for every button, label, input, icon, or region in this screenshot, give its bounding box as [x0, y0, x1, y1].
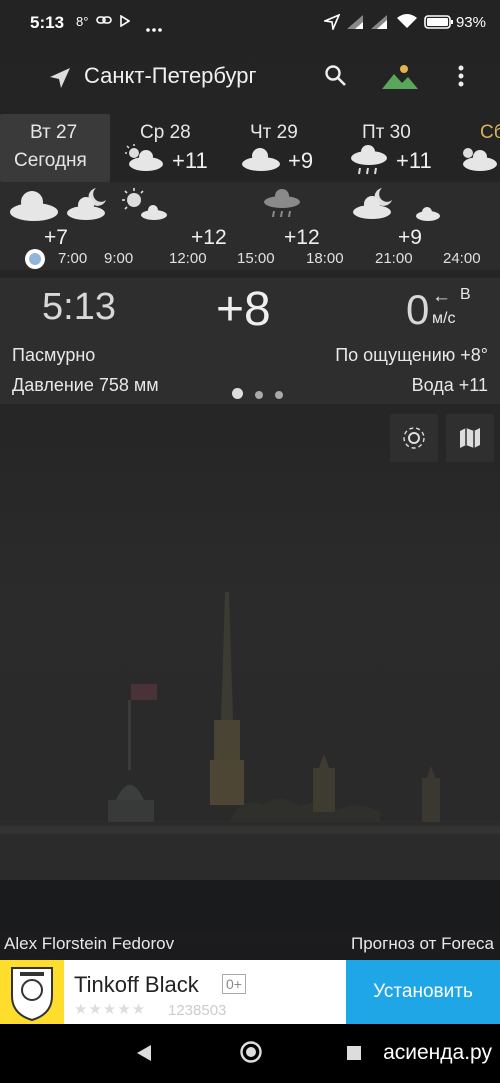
day-tab-thu[interactable]: Чт 29 +9 — [226, 114, 336, 182]
cloud-icon — [8, 186, 60, 227]
star-rating: ★★★★★ — [74, 1001, 147, 1018]
moon-cloud-icon — [352, 186, 396, 227]
current-temp: +8 — [216, 283, 271, 336]
page-dot — [275, 391, 283, 399]
recents-icon[interactable] — [346, 1045, 362, 1066]
daily-forecast-tabs: Вт 27 Сегодня Ср 28 +11 Чт 29 +9 Пт 30 +… — [0, 114, 500, 182]
hourly-time: 12:00 — [169, 250, 207, 267]
status-bar: 5:13 8° 93% — [0, 0, 500, 44]
hourly-temp: +12 — [191, 226, 227, 249]
hourly-temp: +12 — [284, 226, 320, 249]
tinkoff-logo-icon — [0, 960, 64, 1024]
hourly-time: 15:00 — [237, 250, 275, 267]
day-tab-wed[interactable]: Ср 28 +11 — [112, 114, 222, 182]
day-tab-today[interactable]: Вт 27 Сегодня — [0, 114, 110, 182]
current-time: 5:13 — [42, 286, 116, 328]
play-icon — [120, 14, 131, 30]
temperature-badge: 8° — [76, 14, 89, 29]
moon-cloud-icon — [66, 186, 110, 227]
link-icon — [96, 13, 112, 30]
more-dots-icon — [146, 20, 162, 35]
watermark: асиенда.ру — [383, 1041, 492, 1064]
sun-cloud-icon — [120, 186, 168, 227]
hourly-time: 21:00 — [375, 250, 413, 267]
ad-banner[interactable]: Tinkoff Black 0+ ★★★★★ 1238503 Установит… — [0, 960, 500, 1024]
app-toolbar: Санкт-Петербург — [0, 52, 500, 100]
moon-cloud-icon — [400, 186, 444, 227]
city-name[interactable]: Санкт-Петербург — [84, 63, 257, 89]
day-temp: +9 — [288, 148, 314, 173]
search-icon[interactable] — [324, 64, 348, 93]
sun-orbit-icon — [403, 427, 425, 449]
forecast-provider[interactable]: Прогноз от Foreca — [351, 934, 494, 954]
day-sub: Сегодня — [14, 150, 87, 171]
day-name: Чт 29 — [250, 122, 298, 143]
navigation-icon[interactable] — [48, 66, 72, 95]
hourly-time: 7:00 — [58, 250, 88, 267]
day-tab-sat[interactable]: Сб — [454, 114, 500, 182]
hourly-time: 24:00 — [443, 250, 481, 267]
map-icon — [460, 428, 480, 448]
day-name: Пт 30 — [362, 122, 411, 143]
wind-unit: м/с — [432, 310, 456, 327]
sun-cloud-icon — [458, 144, 500, 177]
rating-count: 1238503 — [168, 1002, 227, 1019]
page-dot — [255, 391, 263, 399]
feels-like: По ощущению +8° — [335, 345, 488, 365]
landscape-icon[interactable] — [380, 64, 420, 95]
status-time: 5:13 — [30, 13, 65, 32]
hourly-forecast[interactable]: +7 +12 +12 +9 7:00 9:00 12:00 15:00 18:0… — [0, 182, 500, 270]
wind-arrow: ← — [432, 286, 451, 307]
condition-text: Пасмурно — [12, 345, 96, 365]
ad-title: Tinkoff Black — [74, 972, 199, 997]
location-arrow-icon — [322, 13, 341, 33]
hourly-time: 18:00 — [306, 250, 344, 267]
current-conditions-panel[interactable]: 5:13 +8 0 ← В м/с Пасмурно По ощущению +… — [0, 278, 500, 404]
back-icon[interactable] — [136, 1044, 152, 1067]
water-temp: Вода +11 — [411, 375, 488, 395]
wind-speed: 0 — [406, 286, 430, 333]
age-rating: 0+ — [222, 974, 246, 994]
install-button[interactable]: Установить — [346, 960, 500, 1024]
hourly-temp: +9 — [398, 226, 422, 249]
wind-direction: В — [460, 286, 471, 303]
home-icon[interactable] — [239, 1040, 263, 1069]
page-indicator — [232, 386, 295, 404]
rain-cloud-icon — [348, 144, 390, 183]
current-time-marker — [25, 249, 45, 269]
hourly-temp: +7 — [44, 226, 68, 249]
wifi-icon — [396, 13, 418, 32]
photo-credit[interactable]: Alex Florstein Fedorov — [4, 934, 174, 954]
rain-cloud-icon — [262, 186, 302, 227]
map-button[interactable] — [446, 414, 494, 462]
day-name: Сб — [480, 122, 500, 143]
sun-radar-button[interactable] — [390, 414, 438, 462]
day-tab-fri[interactable]: Пт 30 +11 — [340, 114, 450, 182]
day-temp: +11 — [396, 148, 432, 173]
battery-icon — [424, 15, 454, 32]
battery-percent: 93% — [455, 14, 486, 31]
cloud-icon — [240, 144, 282, 177]
page-dot — [232, 388, 243, 399]
hourly-time: 9:00 — [104, 250, 134, 267]
sun-cloud-icon — [124, 144, 166, 177]
pressure: Давление 758 мм — [12, 375, 159, 395]
signal-icon — [346, 14, 364, 33]
signal-icon-2 — [370, 14, 388, 33]
system-nav-bar: асиенда.ру — [0, 1024, 500, 1083]
day-name: Ср 28 — [140, 122, 191, 143]
day-temp: +11 — [172, 148, 208, 173]
more-vert-icon[interactable] — [458, 64, 464, 93]
day-name: Вт 27 — [30, 122, 78, 143]
